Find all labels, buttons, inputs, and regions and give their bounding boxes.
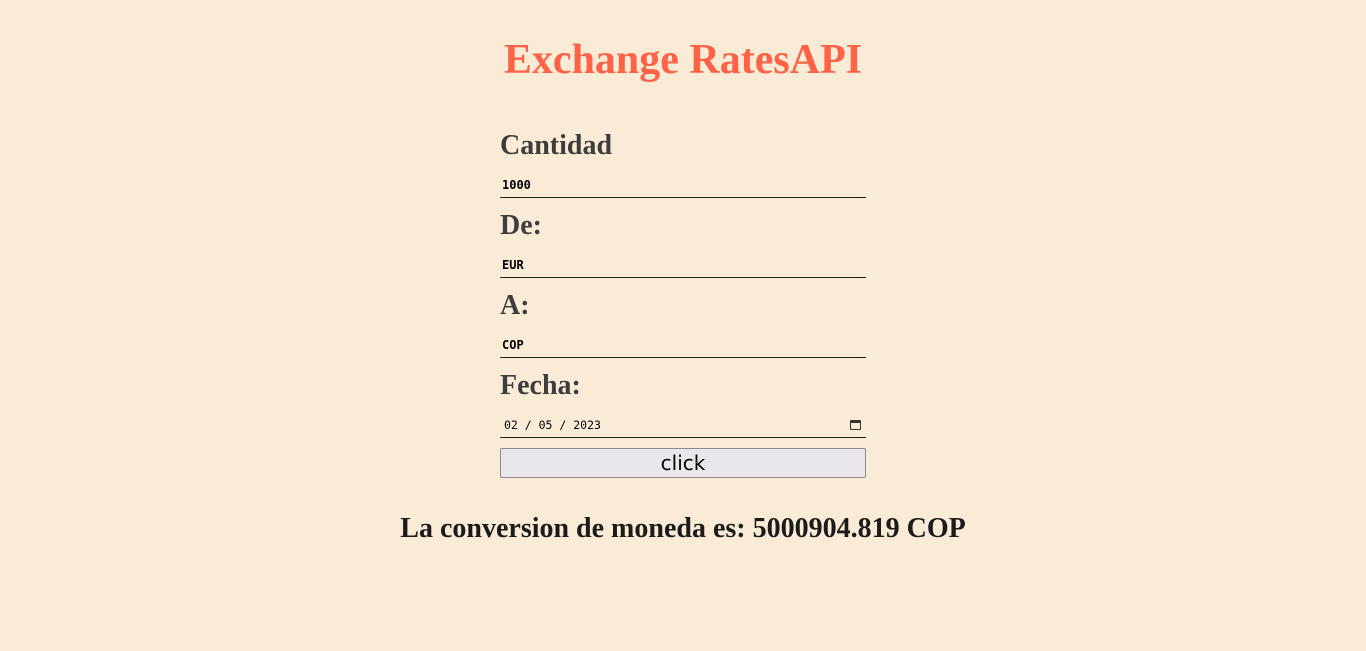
amount-field-wrapper <box>500 164 866 198</box>
from-currency-input[interactable] <box>500 258 866 272</box>
amount-input[interactable] <box>500 178 866 192</box>
from-currency-label: De: <box>500 210 542 241</box>
submit-button[interactable]: click <box>500 448 866 478</box>
page-title: Exchange RatesAPI <box>503 37 863 83</box>
from-currency-field-wrapper <box>500 244 866 278</box>
amount-label: Cantidad <box>500 130 613 161</box>
to-currency-field-wrapper <box>500 324 866 358</box>
conversion-result: La conversion de moneda es: 5000904.819 … <box>400 513 966 544</box>
date-label: Fecha: <box>500 370 581 401</box>
to-currency-input[interactable] <box>500 338 866 352</box>
calendar-icon[interactable] <box>850 420 861 430</box>
date-input[interactable]: 02 / 05 / 2023 <box>500 404 866 438</box>
to-currency-label: A: <box>500 290 530 321</box>
date-value: 02 / 05 / 2023 <box>504 418 601 432</box>
exchange-form: Cantidad De: A: Fecha: 02 / 05 / 2023 cl… <box>500 128 866 478</box>
